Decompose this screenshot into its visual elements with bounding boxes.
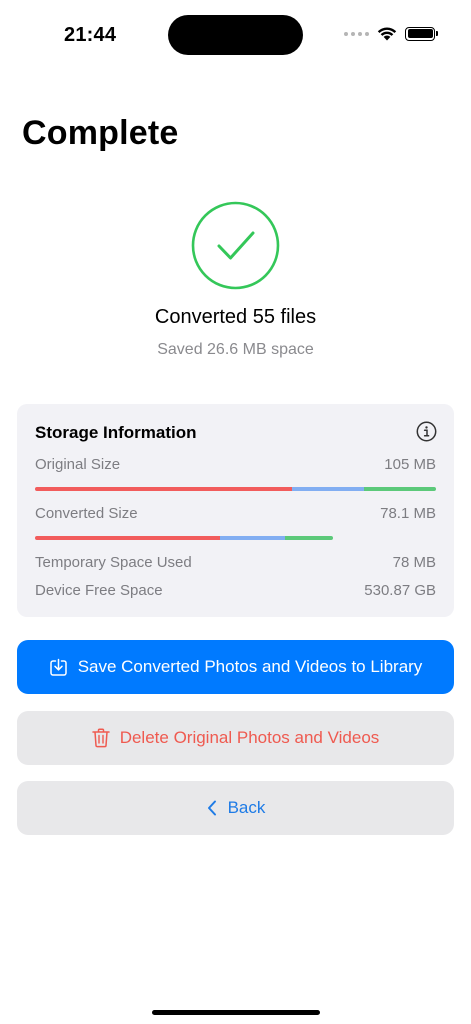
bar-segment bbox=[35, 536, 220, 540]
page-title: Complete bbox=[22, 114, 179, 152]
delete-originals-button[interactable]: Delete Original Photos and Videos bbox=[17, 711, 454, 765]
storage-info-card: Storage Information Original Size 105 MB… bbox=[17, 404, 454, 617]
status-bar: 21:44 bbox=[0, 0, 471, 70]
device-free-space-value: 530.87 GB bbox=[364, 582, 436, 599]
chevron-left-icon bbox=[207, 800, 216, 816]
info-icon[interactable] bbox=[416, 421, 437, 442]
delete-originals-label: Delete Original Photos and Videos bbox=[119, 728, 380, 747]
converted-size-bar bbox=[35, 536, 333, 540]
temporary-space-label: Temporary Space Used bbox=[35, 554, 192, 571]
status-time: 21:44 bbox=[64, 24, 117, 46]
bar-segment bbox=[219, 536, 286, 540]
converted-size-row: Converted Size 78.1 MB bbox=[35, 505, 436, 522]
bar-segment bbox=[285, 536, 333, 540]
signal-dots-icon bbox=[344, 31, 369, 36]
dynamic-island bbox=[168, 15, 303, 55]
temporary-space-row: Temporary Space Used 78 MB bbox=[35, 554, 436, 571]
converted-count: Converted 55 files bbox=[154, 306, 317, 328]
original-size-label: Original Size bbox=[35, 456, 121, 473]
device-free-space-row: Device Free Space 530.87 GB bbox=[35, 582, 436, 599]
storage-info-title: Storage Information bbox=[35, 423, 197, 442]
original-size-bar bbox=[35, 487, 436, 491]
bar-segment bbox=[291, 487, 364, 491]
wifi-icon bbox=[377, 27, 397, 41]
converted-size-value: 78.1 MB bbox=[380, 505, 436, 522]
bar-segment bbox=[35, 487, 292, 491]
device-free-space-label: Device Free Space bbox=[35, 582, 163, 599]
saved-space: Saved 26.6 MB space bbox=[157, 341, 314, 358]
back-button[interactable]: Back bbox=[17, 781, 454, 835]
trash-icon bbox=[91, 728, 110, 748]
temporary-space-value: 78 MB bbox=[392, 554, 436, 571]
checkmark-circle-icon bbox=[191, 201, 280, 290]
battery-icon bbox=[405, 26, 438, 41]
converted-size-label: Converted Size bbox=[35, 505, 138, 522]
bar-segment bbox=[363, 487, 436, 491]
save-to-library-icon bbox=[49, 658, 67, 676]
original-size-value: 105 MB bbox=[384, 456, 436, 473]
home-indicator bbox=[152, 1010, 320, 1015]
original-size-row: Original Size 105 MB bbox=[35, 456, 436, 473]
status-icons bbox=[344, 26, 438, 41]
back-label: Back bbox=[227, 798, 266, 817]
save-to-library-label: Save Converted Photos and Videos to Libr… bbox=[77, 657, 423, 676]
save-to-library-button[interactable]: Save Converted Photos and Videos to Libr… bbox=[17, 640, 454, 694]
